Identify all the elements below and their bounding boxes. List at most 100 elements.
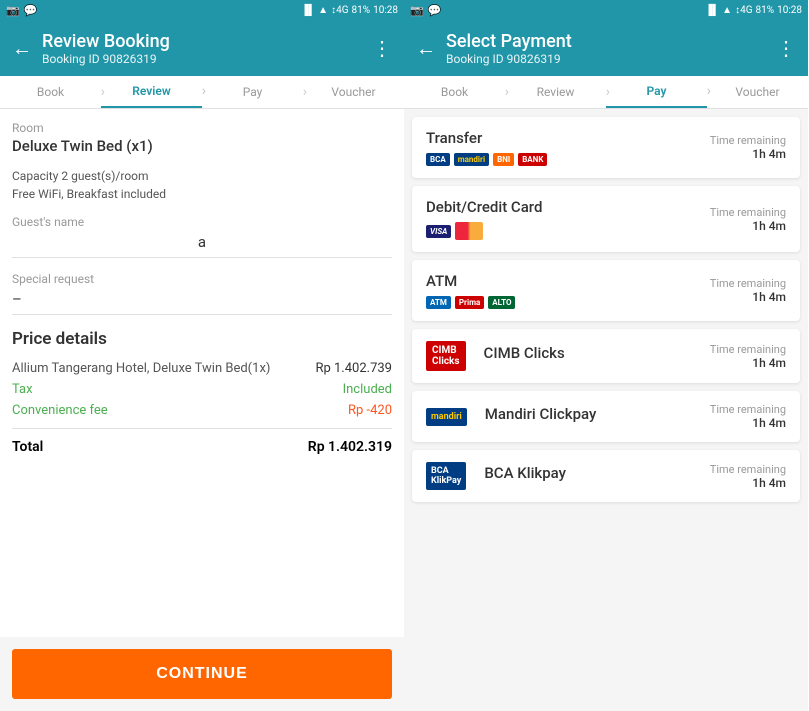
atm-payment-item[interactable]: ATM ATM Prima ALTO Time remaining 1h 4m [412, 260, 800, 321]
card-time-label: Time remaining [710, 206, 786, 219]
bca-time-label: Time remaining [710, 463, 786, 476]
card-info: Debit/Credit Card VISA [426, 198, 542, 240]
tax-row: Tax Included [12, 382, 392, 397]
transfer-payment-item[interactable]: Transfer BCA mandiri BNI BANK Time remai… [412, 117, 800, 178]
cimb-payment-item[interactable]: CIMBClicks CIMB Clicks Time remaining 1h… [412, 329, 800, 383]
atm-name: ATM [426, 272, 515, 290]
atm-left: ATM ATM Prima ALTO [426, 272, 710, 309]
room-value: Deluxe Twin Bed (x1) [12, 137, 392, 155]
payment-methods-list: Transfer BCA mandiri BNI BANK Time remai… [404, 109, 808, 711]
atm-time-value: 1h 4m [710, 290, 786, 304]
review-booking-screen: 📷 💬 ▐▌ ▲ ↕4G 81% 10:28 ← Review Booking … [0, 0, 404, 711]
special-request-label: Special request [12, 272, 392, 286]
data-icon: ↕4G [331, 5, 348, 16]
mandiri-payment-item[interactable]: mandiri Mandiri Clickpay Time remaining … [412, 391, 800, 442]
transfer-logos: BCA mandiri BNI BANK [426, 153, 547, 166]
payment-booking-id: Booking ID 90826319 [446, 52, 766, 66]
card-time-value: 1h 4m [710, 219, 786, 233]
payment-breadcrumb-pay[interactable]: Pay [606, 76, 707, 108]
mandiri-logo: mandiri [454, 153, 489, 166]
status-bar-right-icons: ▐▌ ▲ ↕4G 81% 10:28 [301, 5, 398, 16]
guest-name-label: Guest's name [12, 215, 392, 229]
signal-bars-icon-r: ▐▌ [705, 5, 719, 16]
hotel-price: Rp 1.402.739 [315, 361, 392, 376]
status-bar-right: 📷 💬 ▐▌ ▲ ↕4G 81% 10:28 [404, 0, 808, 20]
continue-button[interactable]: CONTINUE [12, 649, 392, 699]
mastercard-logo [455, 222, 483, 240]
bca-left: BCAKlikPay BCA Klikpay [426, 462, 710, 490]
back-button-payment[interactable]: ← [416, 36, 436, 61]
bca-time: Time remaining 1h 4m [710, 463, 786, 490]
time-display: 10:28 [373, 5, 398, 16]
total-label: Total [12, 439, 43, 455]
data-icon-r: ↕4G [735, 5, 752, 16]
alto-logo: ALTO [488, 296, 515, 309]
cimb-name: CIMB Clicks [484, 344, 565, 362]
chat-icon-r: 💬 [428, 4, 442, 17]
breadcrumb-book[interactable]: Book [0, 77, 101, 107]
signal-bars-icon: ▐▌ [301, 5, 315, 16]
hotel-name: Allium Tangerang Hotel, Deluxe Twin Bed(… [12, 361, 270, 376]
breadcrumb-review[interactable]: Review [101, 76, 202, 108]
more-options-button[interactable]: ⋮ [372, 36, 392, 60]
mandiri-left: mandiri Mandiri Clickpay [426, 405, 710, 429]
special-request-value: – [12, 290, 392, 315]
photo-icon-r: 📷 [410, 4, 424, 17]
cimb-info: CIMB Clicks [484, 344, 565, 368]
payment-more-options-button[interactable]: ⋮ [776, 36, 796, 60]
mandiri-clickpay-icon: mandiri [426, 408, 467, 426]
transfer-time-label: Time remaining [710, 134, 786, 147]
guest-name-value: a [12, 233, 392, 258]
payment-breadcrumb-voucher[interactable]: Voucher [707, 77, 808, 107]
breadcrumb-nav: Book Review Pay Voucher [0, 76, 404, 109]
bca-time-value: 1h 4m [710, 476, 786, 490]
select-payment-screen: 📷 💬 ▐▌ ▲ ↕4G 81% 10:28 ← Select Payment … [404, 0, 808, 711]
card-logos: VISA [426, 222, 542, 240]
atm-logo: ATM [426, 296, 451, 309]
transfer-left: Transfer BCA mandiri BNI BANK [426, 129, 710, 166]
cimb-icon: CIMBClicks [426, 341, 466, 371]
price-divider [12, 428, 392, 429]
mandiri-time: Time remaining 1h 4m [710, 403, 786, 430]
mandiri-time-value: 1h 4m [710, 416, 786, 430]
back-button[interactable]: ← [12, 36, 32, 61]
bca-info: BCA Klikpay [484, 464, 566, 488]
total-value: Rp 1.402.319 [308, 439, 392, 455]
atm-logos: ATM Prima ALTO [426, 296, 515, 309]
breadcrumb-voucher[interactable]: Voucher [303, 77, 404, 107]
room-label: Room [12, 121, 392, 135]
wifi-icon-r: ▲ [722, 5, 732, 16]
booking-id: Booking ID 90826319 [42, 52, 362, 66]
payment-breadcrumb-review[interactable]: Review [505, 77, 606, 107]
price-details-section: Price details Allium Tangerang Hotel, De… [12, 329, 392, 455]
prima-logo: Prima [455, 296, 484, 309]
review-header: ← Review Booking Booking ID 90826319 ⋮ [0, 20, 404, 76]
status-bar-left-icons: 📷 💬 [6, 4, 37, 17]
card-payment-item[interactable]: Debit/Credit Card VISA Time remaining 1h… [412, 186, 800, 252]
breadcrumb-pay[interactable]: Pay [202, 77, 303, 107]
battery-icon-r: 81% [756, 5, 775, 16]
bca-payment-item[interactable]: BCAKlikPay BCA Klikpay Time remaining 1h… [412, 450, 800, 502]
status-bar-right-right-icons: ▐▌ ▲ ↕4G 81% 10:28 [705, 5, 802, 16]
tax-value: Included [343, 382, 392, 397]
fee-row: Convenience fee Rp -420 [12, 403, 392, 418]
mandiri-time-label: Time remaining [710, 403, 786, 416]
photo-icon: 📷 [6, 4, 20, 17]
bca-klikpay-icon: BCAKlikPay [426, 462, 466, 490]
wifi-icon: ▲ [318, 5, 328, 16]
card-left: Debit/Credit Card VISA [426, 198, 710, 240]
payment-breadcrumb-nav: Book Review Pay Voucher [404, 76, 808, 109]
cimb-left: CIMBClicks CIMB Clicks [426, 341, 710, 371]
status-bar-left: 📷 💬 ▐▌ ▲ ↕4G 81% 10:28 [0, 0, 404, 20]
payment-breadcrumb-book[interactable]: Book [404, 77, 505, 107]
payment-header: ← Select Payment Booking ID 90826319 ⋮ [404, 20, 808, 76]
mandiri-info: Mandiri Clickpay [485, 405, 597, 429]
chat-icon: 💬 [24, 4, 38, 17]
cimb-time-label: Time remaining [710, 343, 786, 356]
tax-label: Tax [12, 382, 33, 397]
payment-header-title-area: Select Payment Booking ID 90826319 [446, 31, 766, 66]
transfer-time-value: 1h 4m [710, 147, 786, 161]
price-details-heading: Price details [12, 329, 392, 349]
transfer-info: Transfer BCA mandiri BNI BANK [426, 129, 547, 166]
bni-logo: BNI [493, 153, 514, 166]
